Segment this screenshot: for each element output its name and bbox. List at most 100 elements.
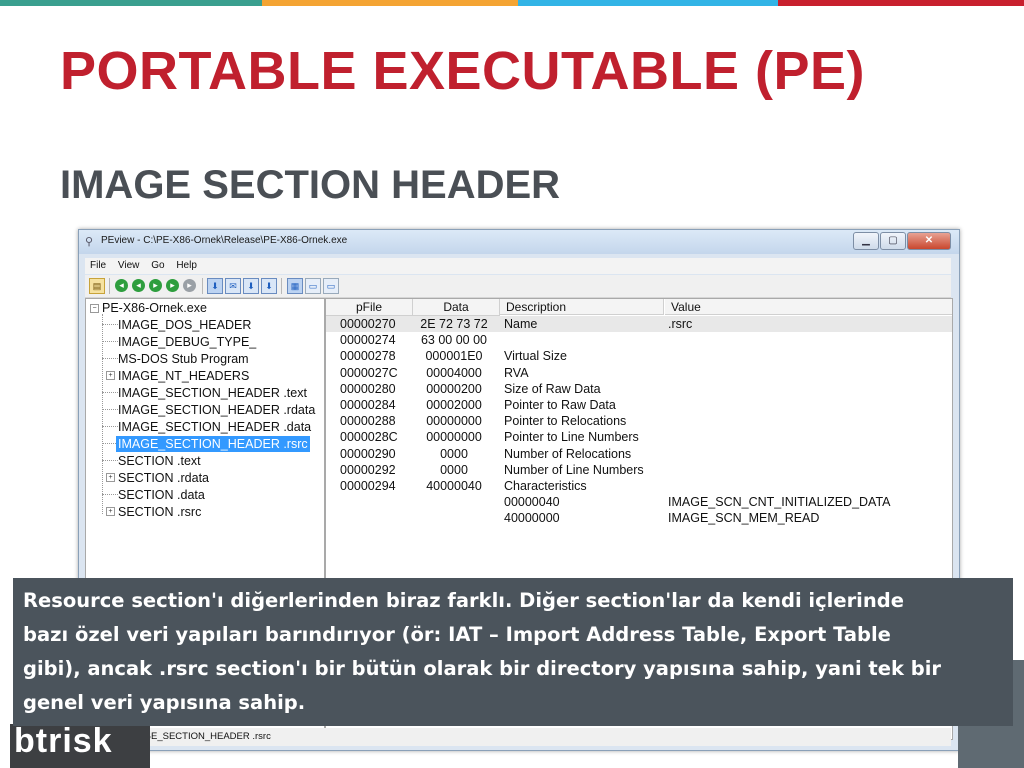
table-row[interactable]: 0000027C 00004000 RVA xyxy=(326,365,952,381)
view-down-icon[interactable]: ⬇ xyxy=(243,278,259,294)
view-mail-icon[interactable]: ✉ xyxy=(225,278,241,294)
table-cell-pfile: 00000284 xyxy=(340,398,396,412)
column-header-description[interactable]: Description xyxy=(500,299,664,315)
app-icon: ⚲ xyxy=(85,236,94,248)
table-cell-description: Size of Raw Data xyxy=(504,381,601,396)
table-cell-description: Characteristics xyxy=(504,479,587,493)
go-last-icon[interactable]: ▸ xyxy=(166,279,179,292)
menu-bar: File View Go Help xyxy=(85,258,951,274)
menu-file[interactable]: File xyxy=(90,258,106,274)
table-cell-description: Pointer to Line Numbers xyxy=(504,430,639,445)
accent-stripe-blue xyxy=(518,0,778,6)
tree-connector xyxy=(102,392,118,393)
open-file-icon[interactable]: ▤ xyxy=(89,278,105,294)
caption-box: Resource section'ı diğerlerinden biraz f… xyxy=(13,578,1013,726)
tree-item-debug-type[interactable]: IMAGE_DEBUG_TYPE_ xyxy=(118,334,256,350)
tree-connector xyxy=(102,409,118,410)
tree-item-section-header-rsrc[interactable]: IMAGE_SECTION_HEADER .rsrc xyxy=(116,436,310,452)
brand-logo: btrisk xyxy=(14,722,113,760)
table-cell-description: Pointer to Relocations xyxy=(504,414,627,429)
tree-item-dos-header[interactable]: IMAGE_DOS_HEADER xyxy=(118,317,251,333)
table-row[interactable]: 00000274 63 00 00 00 xyxy=(326,332,952,348)
table-row[interactable]: 00000292 0000 Number of Line Numbers xyxy=(326,462,952,478)
caption-line: genel veri yapısına sahip. xyxy=(23,691,306,714)
table-row[interactable]: 0000028C 00000000 Pointer to Line Numbers xyxy=(326,429,952,445)
go-back-icon[interactable]: ◂ xyxy=(132,279,145,292)
table-row[interactable]: 00000278 000001E0 Virtual Size xyxy=(326,348,952,364)
go-disabled-icon[interactable]: ▸ xyxy=(183,279,196,292)
toolbar-separator xyxy=(202,278,203,294)
table-cell-description: Number of Relocations xyxy=(504,446,632,461)
table-cell-pfile: 00000292 xyxy=(340,462,396,477)
table-row[interactable]: 00000288 00000000 Pointer to Relocations xyxy=(326,413,952,429)
tree-item-section-header-rdata[interactable]: IMAGE_SECTION_HEADER .rdata xyxy=(118,402,315,418)
table-row[interactable]: 00000284 00002000 Pointer to Raw Data xyxy=(326,397,952,413)
tree-item-nt-headers[interactable]: IMAGE_NT_HEADERS xyxy=(118,368,249,384)
go-forward-icon[interactable]: ▸ xyxy=(149,279,162,292)
column-header-data[interactable]: Data xyxy=(413,299,500,316)
table-cell-data: 00002000 xyxy=(426,398,482,412)
view-export-icon[interactable]: ⬇ xyxy=(261,278,277,294)
tree-item-section-rsrc[interactable]: SECTION .rsrc xyxy=(118,504,201,520)
table-row[interactable]: 00000280 00000200 Size of Raw Data xyxy=(326,381,952,397)
view-byte-icon[interactable]: ▭ xyxy=(305,278,321,294)
tree-item-section-header-text[interactable]: IMAGE_SECTION_HEADER .text xyxy=(118,385,307,401)
table-cell-data: 2E 72 73 72 xyxy=(420,317,488,331)
tree-connector xyxy=(102,426,118,427)
slide-title: PORTABLE EXECUTABLE (PE) xyxy=(60,41,866,101)
window-title: PEview - C:\PE-X86-Ornek\Release\PE-X86-… xyxy=(101,235,348,246)
accent-stripe-orange xyxy=(262,0,518,6)
tree-connector xyxy=(102,341,118,342)
tree-item-section-data[interactable]: SECTION .data xyxy=(118,487,205,503)
expand-icon[interactable]: + xyxy=(106,473,115,482)
menu-view[interactable]: View xyxy=(118,258,140,274)
table-cell-pfile: 00000294 xyxy=(340,479,396,493)
column-header-value[interactable]: Value xyxy=(665,299,952,315)
tree-item-root[interactable]: PE-X86-Ornek.exe xyxy=(102,300,207,316)
view-word-icon[interactable]: ▭ xyxy=(323,278,339,294)
toolbar-separator xyxy=(281,278,282,294)
table-cell-description: Pointer to Raw Data xyxy=(504,398,616,412)
menu-help[interactable]: Help xyxy=(176,258,197,274)
table-cell-description: Name xyxy=(504,317,538,331)
table-cell-description: 40000000 xyxy=(504,511,560,526)
expand-icon[interactable]: + xyxy=(106,371,115,380)
minimize-button[interactable]: ▁ xyxy=(853,232,879,250)
table-row[interactable]: 40000000 IMAGE_SCN_MEM_READ xyxy=(326,510,952,526)
caption-line: gibi), ancak .rsrc section'ı bir bütün o… xyxy=(23,657,941,680)
tree-item-section-header-data[interactable]: IMAGE_SECTION_HEADER .data xyxy=(118,419,311,435)
tree-item-section-rdata[interactable]: SECTION .rdata xyxy=(118,470,209,486)
go-first-icon[interactable]: ◂ xyxy=(115,279,128,292)
table-cell-value: .rsrc xyxy=(668,317,693,331)
table-cell-pfile: 00000278 xyxy=(340,349,396,364)
table-cell-value: IMAGE_SCN_MEM_READ xyxy=(668,511,820,526)
caption-line: bazı özel veri yapıları barındırıyor (ör… xyxy=(23,623,891,646)
window-controls: ▁ ▢ ✕ xyxy=(853,232,951,250)
table-cell-pfile: 0000027C xyxy=(340,365,398,380)
table-cell-description: Virtual Size xyxy=(504,349,567,364)
table-cell-description: 00000040 xyxy=(504,495,560,510)
column-header-pfile[interactable]: pFile xyxy=(326,299,413,316)
maximize-button[interactable]: ▢ xyxy=(880,232,906,250)
view-hex-icon[interactable]: ▦ xyxy=(287,278,303,294)
table-cell-pfile: 00000274 xyxy=(340,333,396,348)
tree-item-dos-stub[interactable]: MS-DOS Stub Program xyxy=(118,351,249,367)
table-cell-data: 00000000 xyxy=(426,414,482,429)
expand-icon[interactable]: + xyxy=(106,507,115,516)
table-cell-data: 40000040 xyxy=(426,479,482,493)
collapse-icon[interactable]: − xyxy=(90,304,99,313)
close-button[interactable]: ✕ xyxy=(907,232,951,250)
view-import-icon[interactable]: ⬇ xyxy=(207,278,223,294)
status-bar: Viewing IMAGE_SECTION_HEADER .rsrc xyxy=(85,728,951,746)
caption-line: Resource section'ı diğerlerinden biraz f… xyxy=(23,589,904,612)
table-row[interactable]: 00000290 0000 Number of Relocations xyxy=(326,446,952,462)
table-cell-pfile: 0000028C xyxy=(340,430,398,445)
table-row[interactable]: 00000270 2E 72 73 72 Name .rsrc xyxy=(326,316,952,332)
table-row[interactable]: 00000294 40000040 Characteristics xyxy=(326,478,952,494)
toolbar-separator xyxy=(109,278,110,294)
window-titlebar[interactable]: ⚲ PEview - C:\PE-X86-Ornek\Release\PE-X8… xyxy=(79,230,959,254)
menu-go[interactable]: Go xyxy=(151,258,164,274)
table-row[interactable]: 00000040 IMAGE_SCN_CNT_INITIALIZED_DATA xyxy=(326,494,952,510)
table-cell-pfile: 00000290 xyxy=(340,446,396,461)
tree-item-section-text[interactable]: SECTION .text xyxy=(118,453,201,469)
